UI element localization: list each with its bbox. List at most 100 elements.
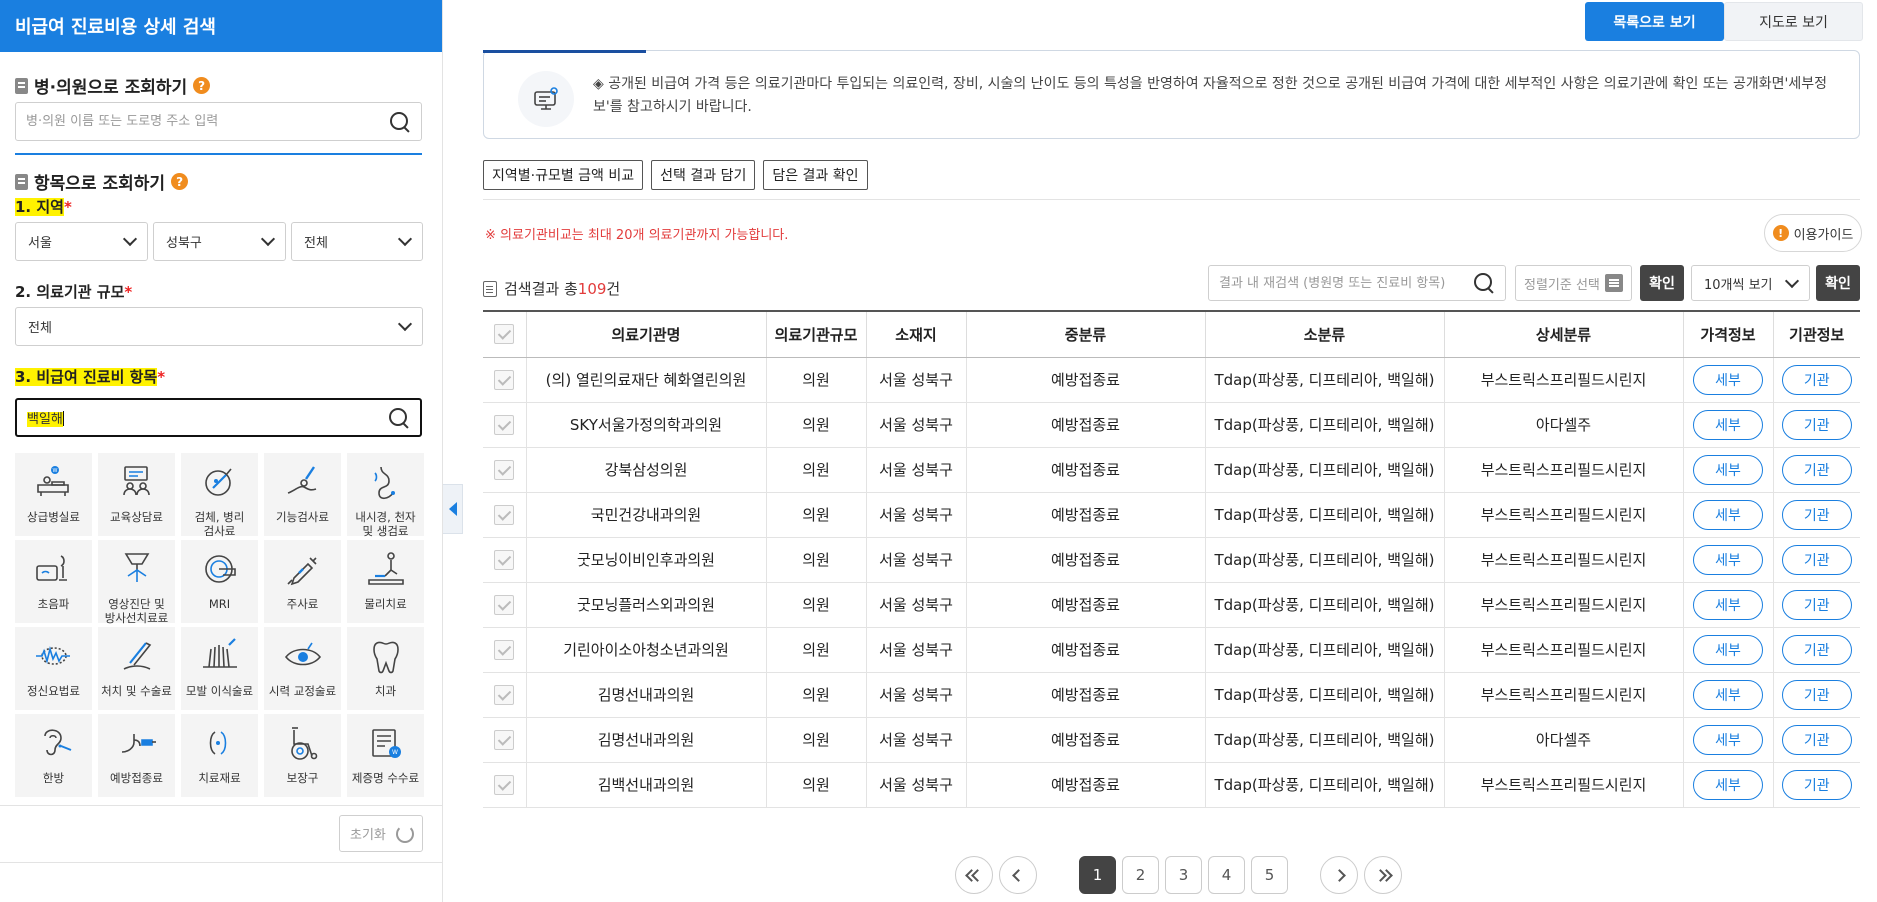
category-tile[interactable]: 영상진단 및 방사선치료료: [98, 540, 175, 625]
org-button[interactable]: 기관: [1781, 634, 1852, 665]
item-search-box[interactable]: 백일해: [15, 398, 422, 437]
category-tile[interactable]: 물리치료: [347, 540, 424, 623]
org-name-cell: 국민건강내과의원: [525, 492, 766, 538]
org-button[interactable]: 기관: [1781, 769, 1852, 800]
prev-page-button[interactable]: [999, 856, 1037, 894]
detail-button[interactable]: 세부: [1693, 364, 1763, 395]
org-button[interactable]: 기관: [1781, 499, 1852, 530]
search-sidebar: 비급여 진료비용 상세 검색 병·의원으로 조회하기 ? 항목으로 조회하기 ?…: [0, 0, 443, 902]
row-checkbox[interactable]: [494, 504, 515, 525]
row-checkbox[interactable]: [494, 369, 515, 390]
category-tile[interactable]: 보장구: [264, 714, 341, 797]
category-tile[interactable]: W 상급병실료: [15, 453, 92, 536]
detail-button[interactable]: 세부: [1693, 724, 1763, 755]
reset-button[interactable]: 초기화: [339, 815, 423, 852]
mid-category-cell: 예방접종료: [965, 447, 1205, 493]
category-tile[interactable]: 모발 이식술료: [181, 627, 258, 710]
detail-button[interactable]: 세부: [1693, 634, 1763, 665]
re-search-input[interactable]: [1219, 275, 1473, 291]
location-cell: 서울 성북구: [865, 402, 966, 448]
page-4-button[interactable]: 4: [1208, 856, 1245, 894]
org-button[interactable]: 기관: [1781, 544, 1852, 575]
header-org-info: 기관정보: [1772, 310, 1860, 358]
detail-button[interactable]: 세부: [1693, 499, 1763, 530]
district-select[interactable]: 성북구: [153, 222, 286, 261]
first-page-button[interactable]: [955, 856, 993, 894]
category-tile[interactable]: 내시경, 천자 및 생검료: [347, 453, 424, 538]
hospital-search-input[interactable]: [26, 114, 389, 129]
detail-button[interactable]: 세부: [1693, 454, 1763, 485]
help-icon[interactable]: ?: [193, 77, 211, 94]
item-search-input[interactable]: 백일해: [27, 408, 388, 427]
row-checkbox[interactable]: [494, 459, 515, 480]
row-checkbox[interactable]: [494, 684, 515, 705]
org-button[interactable]: 기관: [1781, 724, 1852, 755]
check-saved-button[interactable]: 담은 결과 확인: [763, 160, 868, 190]
category-tile[interactable]: 초음파: [15, 540, 92, 623]
row-checkbox[interactable]: [494, 774, 515, 795]
search-icon[interactable]: [389, 111, 411, 133]
select-all-checkbox[interactable]: [494, 324, 515, 345]
category-tile[interactable]: 한방: [15, 714, 92, 797]
hospital-section-title: 병·의원으로 조회하기 ?: [0, 73, 211, 98]
category-tile[interactable]: MRI: [181, 540, 258, 623]
row-checkbox[interactable]: [494, 594, 515, 615]
org-button[interactable]: 기관: [1781, 409, 1852, 440]
help-icon[interactable]: ?: [171, 173, 189, 190]
row-checkbox[interactable]: [494, 639, 515, 660]
category-tile[interactable]: 교육상담료: [98, 453, 175, 536]
category-tile[interactable]: 치료재료: [181, 714, 258, 797]
city-select[interactable]: 서울: [15, 222, 148, 261]
detail-button[interactable]: 세부: [1693, 589, 1763, 620]
category-tile[interactable]: 기능검사료: [264, 453, 341, 536]
detail-button[interactable]: 세부: [1693, 544, 1763, 575]
per-page-select[interactable]: 10개씩 보기: [1691, 265, 1810, 301]
category-tile[interactable]: 정신요법료: [15, 627, 92, 710]
save-selection-button[interactable]: 선택 결과 담기: [651, 160, 756, 190]
category-tile[interactable]: 주사료: [264, 540, 341, 623]
category-tile[interactable]: 시력 교정술료: [264, 627, 341, 710]
row-checkbox[interactable]: [494, 414, 515, 435]
detail-button[interactable]: 세부: [1693, 409, 1763, 440]
row-checkbox[interactable]: [494, 549, 515, 570]
svg-text:W: W: [52, 468, 57, 474]
category-tile[interactable]: 치과: [347, 627, 424, 710]
org-button[interactable]: 기관: [1781, 364, 1852, 395]
compare-button[interactable]: 지역별·규모별 금액 비교: [483, 160, 644, 190]
sort-confirm-button[interactable]: 확인: [1640, 265, 1684, 301]
detail-button[interactable]: 세부: [1693, 679, 1763, 710]
area-select[interactable]: 전체: [291, 222, 423, 261]
category-tile[interactable]: W 제증명 수수료: [347, 714, 424, 797]
page-2-button[interactable]: 2: [1122, 856, 1159, 894]
search-icon[interactable]: [388, 407, 410, 429]
last-page-button[interactable]: [1364, 856, 1402, 894]
row-select-cell: [483, 672, 526, 718]
org-name-cell: 김명선내과의원: [525, 672, 766, 718]
per-page-confirm-button[interactable]: 확인: [1816, 265, 1860, 301]
required-mark: *: [157, 368, 166, 386]
row-checkbox[interactable]: [494, 729, 515, 750]
page-5-button[interactable]: 5: [1251, 856, 1288, 894]
org-button[interactable]: 기관: [1781, 679, 1852, 710]
sidebar-collapse-handle[interactable]: [443, 484, 463, 534]
map-view-button[interactable]: 지도로 보기: [1724, 2, 1863, 41]
user-guide-button[interactable]: ! 이용가이드: [1764, 214, 1862, 252]
next-page-button[interactable]: [1320, 856, 1358, 894]
page-1-button[interactable]: 1: [1079, 856, 1116, 894]
scale-value: 전체: [28, 321, 52, 336]
detail-button[interactable]: 세부: [1693, 769, 1763, 800]
org-button[interactable]: 기관: [1781, 454, 1852, 485]
category-tile[interactable]: 검체, 병리 검사료: [181, 453, 258, 538]
list-view-button[interactable]: 목록으로 보기: [1585, 2, 1724, 41]
org-button[interactable]: 기관: [1781, 589, 1852, 620]
category-tile[interactable]: 처치 및 수술료: [98, 627, 175, 710]
location-cell: 서울 성북구: [865, 627, 966, 673]
sort-select[interactable]: 정렬기준 선택: [1515, 265, 1632, 301]
page-3-button[interactable]: 3: [1165, 856, 1202, 894]
search-icon[interactable]: [1473, 272, 1495, 294]
chevron-down-icon: [397, 231, 413, 247]
location-cell: 서울 성북구: [865, 537, 966, 583]
scale-select[interactable]: 전체: [15, 307, 423, 346]
location-cell: 서울 성북구: [865, 717, 966, 763]
category-tile[interactable]: 예방접종료: [98, 714, 175, 797]
